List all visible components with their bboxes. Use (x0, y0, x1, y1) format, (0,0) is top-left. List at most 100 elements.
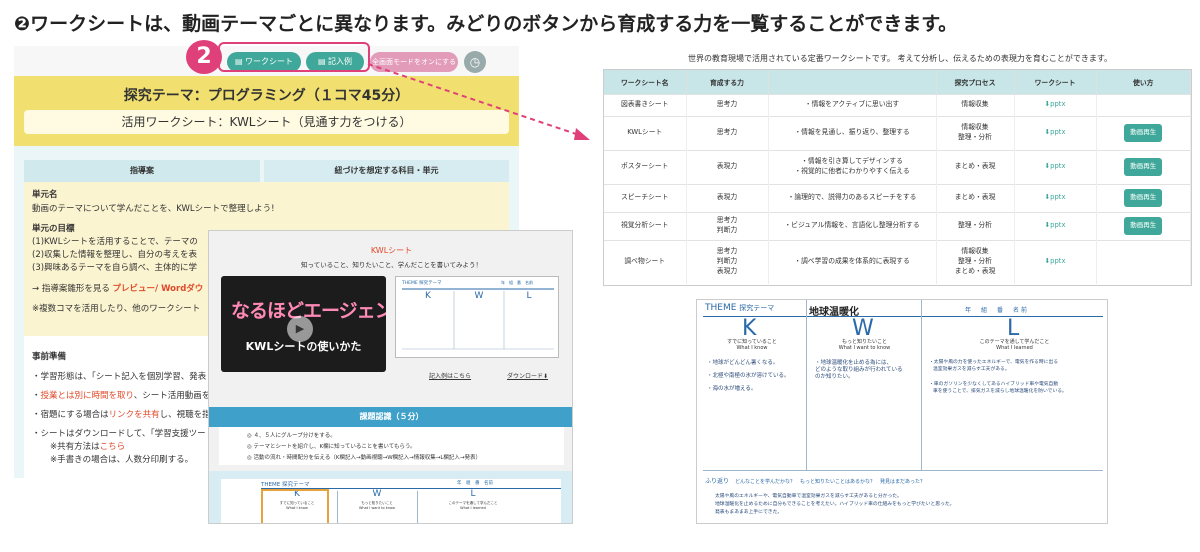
description-cell: ・ビジュアル情報を、言語化し整理分析する (768, 211, 937, 240)
step-item: ◎ ４、５人にグループ分けをする。 (247, 433, 336, 439)
video-play-button[interactable]: 動画再生 (1096, 183, 1191, 212)
goal-item: (3)興味あるテーマを自ら調べ、主体的に学 (32, 263, 198, 273)
kwl-w-item: のか知りたい。 (815, 374, 854, 380)
kwl-k-item: ・地球がどんどん暑くなる。 (707, 360, 779, 366)
table-row: ポスターシート 表現力 ・情報を引き算してデザインする ・視覚的に他者にわかりやすく… (604, 149, 1191, 184)
step-title: 課題認識（５分） (209, 407, 572, 427)
kwl-name-fields: 年 組 番 名前 (965, 307, 1030, 314)
tab-subjects[interactable]: 紐づけを想定する科目・単元 (264, 160, 509, 182)
worksheet-name-cell: 視覚分析シート (604, 211, 687, 240)
col-header: 育成する力 (686, 70, 769, 94)
video-play-button[interactable]: 動画再生 (1124, 189, 1163, 207)
process-cell: 情報収集 整理・分析 (936, 115, 1015, 150)
goal-heading: 単元の目標 (32, 224, 75, 234)
process-cell: 情報収集 整理・分析 まとめ・表現 (936, 239, 1015, 284)
worksheet-name-cell: KWLシート (604, 115, 687, 150)
process-cell: 情報収集 (936, 93, 1015, 116)
col-header: 探究プロセス (936, 70, 1015, 94)
preview-fields: 年 組 番 名前 (457, 481, 493, 486)
tab-guide[interactable]: 指導案 (24, 160, 260, 182)
worksheet-table: ワークシート名 育成する力 探究プロセス ワークシート 使い方 図表書きシート思… (603, 69, 1192, 286)
video-play-button[interactable]: 動画再生 (1096, 211, 1191, 240)
preview-link[interactable]: プレビュー/ Wordダウ (113, 284, 204, 294)
pptx-link[interactable]: ⬇pptx (1014, 183, 1097, 212)
multi-note: ※複数コマを活用したり、他のワークシート (32, 304, 201, 314)
description-cell: ・情報をアクティブに思い出す (768, 93, 937, 116)
unit-heading: 単元名 (32, 190, 58, 200)
entry-example-link[interactable]: 記入例はこちら (429, 371, 471, 380)
kwl-k-item: ・北極や南極の氷が溶けている。 (707, 373, 790, 379)
kwl-l-item: ・車のガソリンを少なくしてあるハイブリッド車や電気自動 (929, 382, 1059, 387)
process-cell: まとめ・表現 (936, 149, 1015, 184)
thumb-l: L (526, 291, 532, 301)
preview-l-en: What I learned (460, 506, 486, 510)
pptx-link[interactable]: ⬇pptx (1014, 149, 1097, 184)
goal-item: (2)収集した情報を整理し、自分の考えを表 (32, 250, 198, 260)
col-header: 使い方 (1096, 70, 1191, 94)
video-play-button[interactable]: 動画再生 (1096, 115, 1191, 150)
instruction-headline: ❷ワークシートは、動画テーマごとに異なります。みどりのボタンから育成する力を一覧… (14, 13, 958, 35)
prep-heading: 事前準備 (32, 352, 67, 362)
video-play-button (1096, 239, 1191, 284)
kwl-l-item: 車を使うことで、排気ガスを減らし地球温暖化を防いでいる。 (933, 389, 1067, 394)
pptx-link[interactable]: ⬇pptx (1014, 93, 1097, 116)
video-window: KWLシート 知っていること、知りたいこと、学んだことを書いてみよう！ なるほど… (208, 230, 573, 524)
kwl-l-en: What I learned (996, 345, 1033, 351)
kwl-example-sheet: THEME 探究テーマ 地球温暖化 年 組 番 名前 K W L すでに知ってい… (696, 299, 1108, 524)
kwl-l-item: ・太陽や風の力を使ったエネルギーで、電気を作る時に出る (929, 360, 1059, 365)
kwl-l-item: 温室効果ガスを減らす工夫がある。 (933, 367, 1010, 372)
power-cell: 思考力 (686, 93, 769, 116)
kwl-l-sub: このテーマを通して学んだこと (979, 339, 1050, 345)
description-cell: ・情報を見通し、振り返り、整理する (768, 115, 937, 150)
col-header: ワークシート名 (604, 70, 687, 94)
video-window-subtitle: 知っていること、知りたいこと、学んだことを書いてみよう！ (301, 261, 482, 269)
share-link[interactable]: リンクを共有 (109, 410, 160, 420)
video-play-button[interactable]: 動画再生 (1124, 124, 1163, 142)
preview-w-en: What I want to know (358, 506, 396, 510)
table-row: 図表書きシート 思考力 ・情報をアクティブに思い出す 情報収集 ⬇pptx (604, 93, 1191, 116)
col-header: ワークシート (1014, 70, 1097, 94)
play-icon[interactable]: ▶ (287, 316, 313, 342)
description-cell: ・調べ学習の成果を体系的に表現する (768, 239, 937, 284)
prep-item: ※共有方法はこちら (50, 442, 126, 452)
video-window-title: KWLシート (370, 246, 413, 255)
table-row: 調べ物シート 思考力 判断力 表現力 ・調べ学習の成果を体系的に表現する 情報収集 整… (604, 239, 1191, 284)
step-badge: 2 (186, 40, 222, 74)
pptx-link[interactable]: ⬇pptx (1014, 211, 1097, 240)
kwl-k-sub: すでに知っていること (727, 339, 777, 345)
reflection-line: 太陽や風のエネルギーや、電気自動車で温室効果ガスを減らす工夫があると分かった。 (715, 494, 902, 499)
highlight-box (218, 42, 370, 72)
step-item: ◎ テーマとシートを紹介し、K欄に知っていることを書いてもらう。 (247, 444, 416, 450)
step-item: ◎ 活動の流れ・時間配分を伝える（K欄記入→動画視聴→W欄記入→情報収集→L欄記… (247, 455, 482, 461)
worksheet-name-cell: ポスターシート (604, 149, 687, 184)
power-cell: 思考力 (686, 115, 769, 150)
reflection-line: 発表もまあまあ上手にできた。 (715, 510, 783, 515)
worksheet-name-cell: 図表書きシート (604, 93, 687, 116)
video-player[interactable]: なるほどエージェント KWLシートの使いかた ▶ (221, 276, 386, 372)
video-play-button[interactable]: 動画再生 (1124, 158, 1163, 176)
prep-item: ※手書きの場合は、人数分印刷する。 (50, 455, 194, 465)
table-caption: 世界の教育現場で活用されている定番ワークシートです。 考えて分析し、伝えるための… (687, 54, 1113, 63)
kwl-thumbnail: THEME 探究テーマ 年 組 番 名前 K W L (395, 276, 559, 358)
video-play-button (1096, 93, 1191, 116)
kwl-k-item: ・海の水が増える。 (707, 386, 757, 392)
unit-text: 動画のテーマについて学んだことを、KWLシートで整理しよう! (32, 204, 275, 214)
step-body: ◎ ４、５人にグループ分けをする。 ◎ テーマとシートを紹介し、K欄に知っている… (219, 427, 564, 465)
process-cell: 整理・分析 (936, 211, 1015, 240)
pptx-link[interactable]: ⬇pptx (1014, 115, 1097, 150)
download-link[interactable]: ダウンロード⬇ (507, 371, 548, 380)
pptx-link[interactable]: ⬇pptx (1014, 239, 1097, 284)
video-play-button[interactable]: 動画再生 (1096, 149, 1191, 184)
goal-item: (1)KWLシートを活用することで、テーマの (32, 237, 198, 247)
thumb-fields: 年 組 番 名前 (501, 280, 533, 285)
prep-item: ・宿題にする場合はリンクを共有し、視聴を指 (32, 410, 211, 420)
power-cell: 表現力 (686, 183, 769, 212)
process-cell: まとめ・表現 (936, 183, 1015, 212)
share-method-link[interactable]: こちら (100, 442, 126, 452)
prep-item: ・授業とは別に時間を取り、シート活用動画を (32, 391, 211, 401)
video-play-button[interactable]: 動画再生 (1124, 217, 1163, 235)
power-cell: 思考力 判断力 表現力 (686, 239, 769, 284)
description-cell: ・情報を引き算してデザインする ・視覚的に他者にわかりやすく伝える (768, 149, 937, 184)
kwl-k-en: What I know (736, 345, 768, 351)
worksheet-name-cell: 調べ物シート (604, 239, 687, 284)
